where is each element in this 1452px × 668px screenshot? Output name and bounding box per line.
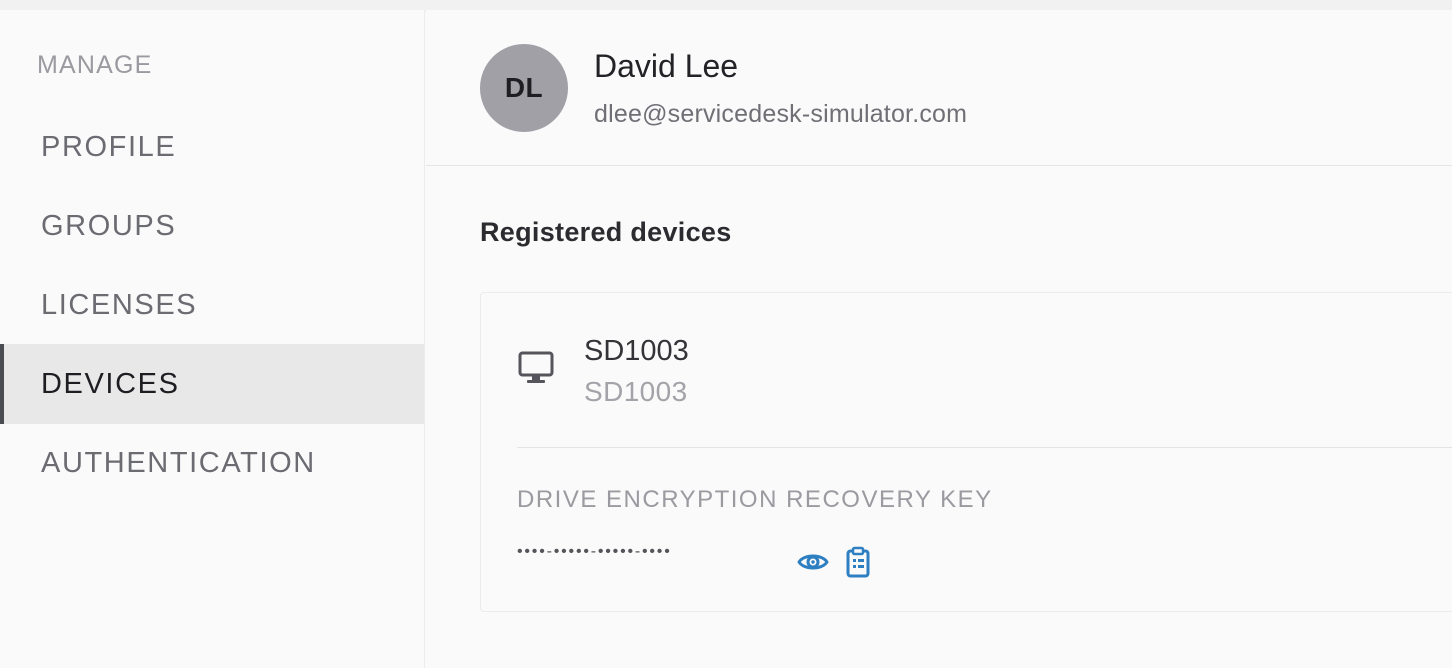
sidebar-item-devices[interactable]: DEVICES <box>0 344 424 424</box>
section-title: Registered devices <box>480 217 732 247</box>
sidebar-item-label: DEVICES <box>41 367 180 400</box>
device-card: SD1003 SD1003 DRIVE ENCRYPTION RECOVERY … <box>480 292 1452 612</box>
recovery-key-label: DRIVE ENCRYPTION RECOVERY KEY <box>517 486 993 513</box>
sidebar: MANAGE PROFILE GROUPS LICENSES DEVICES A… <box>0 10 425 668</box>
sidebar-heading: MANAGE <box>37 51 153 79</box>
sidebar-item-label: PROFILE <box>41 130 177 163</box>
show-key-button[interactable] <box>797 547 829 579</box>
sidebar-item-label: LICENSES <box>41 288 198 321</box>
sidebar-item-label: AUTHENTICATION <box>41 446 316 479</box>
desktop-monitor-icon <box>518 351 554 385</box>
clipboard-icon <box>845 546 871 581</box>
device-divider <box>517 447 1452 448</box>
avatar-initials: DL <box>504 72 544 103</box>
recovery-key-value: ••••-•••••-•••••-•••• <box>517 543 672 560</box>
device-subname: SD1003 <box>584 376 688 407</box>
sidebar-item-authentication[interactable]: AUTHENTICATION <box>0 423 424 503</box>
sidebar-item-profile[interactable]: PROFILE <box>0 107 424 187</box>
user-header: DL David Lee dlee@servicedesk-simulator.… <box>426 10 1452 166</box>
user-email: dlee@servicedesk-simulator.com <box>594 100 968 128</box>
user-name: David Lee <box>594 48 739 84</box>
device-name: SD1003 <box>584 335 689 367</box>
sidebar-item-groups[interactable]: GROUPS <box>0 186 424 266</box>
copy-key-button[interactable] <box>842 546 874 581</box>
sidebar-item-label: GROUPS <box>41 209 177 242</box>
sidebar-item-licenses[interactable]: LICENSES <box>0 265 424 345</box>
avatar: DL <box>480 44 568 132</box>
app-window: MANAGE PROFILE GROUPS LICENSES DEVICES A… <box>0 0 1452 668</box>
main-content: DL David Lee dlee@servicedesk-simulator.… <box>426 10 1452 668</box>
eye-icon <box>797 551 829 576</box>
